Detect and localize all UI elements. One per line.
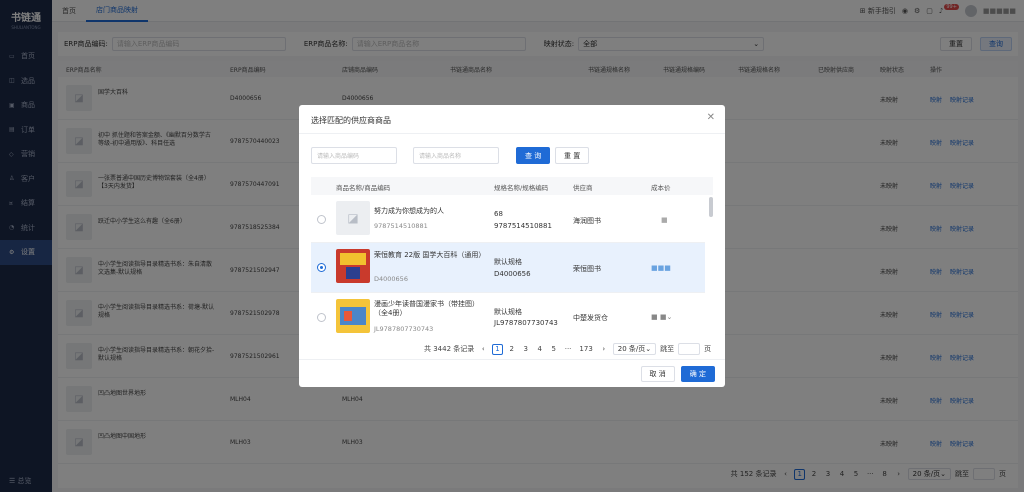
supplier-name: 荣恒图书 — [573, 265, 601, 273]
row-radio[interactable] — [317, 313, 326, 322]
cancel-button[interactable]: 取 消 — [640, 366, 675, 382]
dialog-title: 选择匹配的供应商商品 — [311, 116, 391, 125]
page-1[interactable]: 1 — [492, 343, 503, 355]
col-spec: 规格名称/规格编码 — [494, 184, 549, 192]
product-code: D4000656 — [374, 275, 408, 283]
product-name-input[interactable]: 请输入商品名称 — [413, 147, 499, 164]
page-3[interactable]: 3 — [521, 344, 531, 355]
spec-code: 9787514510881 — [494, 222, 552, 230]
spec-name: 默认规格 — [494, 308, 522, 316]
select-supplier-product-dialog: 选择匹配的供应商商品 ✕ 请输入商品编码 请输入商品名称 查 询 重 置 商品名… — [299, 105, 725, 387]
supplier-name: 海润图书 — [573, 217, 601, 225]
page-ellipsis[interactable]: ··· — [563, 344, 574, 355]
divider — [299, 359, 725, 360]
spec-code: D4000656 — [494, 270, 531, 278]
product-name: 漫画少年读普国漫家书（带挂图）（全4册） — [374, 300, 479, 317]
next-page-button[interactable]: › — [599, 344, 609, 355]
page-5[interactable]: 5 — [549, 344, 559, 355]
confirm-button[interactable]: 确 定 — [680, 366, 715, 382]
goto-input[interactable] — [678, 343, 701, 355]
row-radio[interactable] — [317, 215, 326, 224]
product-code: JL9787807730743 — [374, 325, 434, 333]
cost-price: ■■■ — [651, 264, 671, 272]
prev-page-button[interactable]: ‹ — [478, 344, 488, 355]
spec-name: 68 — [494, 210, 503, 218]
goto-label: 跳至 — [660, 345, 675, 353]
page-size-select[interactable]: 20 条/页⌄ — [612, 343, 657, 355]
product-placeholder-icon: ◪ — [336, 201, 370, 235]
list-item[interactable]: 荣恒教育 22版 国学大百科（通用） D4000656 默认规格 D400065… — [311, 243, 705, 293]
spec-code: JL9787807730743 — [494, 319, 558, 327]
book-cover-image — [336, 249, 370, 283]
spec-name: 默认规格 — [494, 258, 522, 266]
cost-price: ■ — [661, 216, 668, 224]
product-code: 9787514510881 — [374, 222, 428, 230]
product-code-input[interactable]: 请输入商品编码 — [311, 147, 397, 164]
list-item[interactable]: ◪ 努力成为你想成为的人 9787514510881 68 9787514510… — [311, 196, 705, 243]
cover-band — [340, 253, 366, 265]
row-radio[interactable] — [317, 263, 326, 272]
cover-figure — [344, 311, 352, 321]
product-name: 荣恒教育 22版 国学大百科（通用） — [374, 251, 486, 259]
page-4[interactable]: 4 — [535, 344, 545, 355]
book-cover-image — [336, 299, 370, 333]
dialog-pagination: 共 3442 条记录 ‹ 1 2 3 4 5 ··· 173 › 20 条/页 ⌄… — [424, 343, 711, 355]
page-2[interactable]: 2 — [507, 344, 517, 355]
supplier-name: 中楚发货仓 — [573, 314, 608, 322]
total-count: 共 3442 条记录 — [424, 345, 475, 353]
list-item[interactable]: 漫画少年读普国漫家书（带挂图）（全4册） JL9787807730743 默认规… — [311, 293, 705, 341]
col-supplier: 供应商 — [573, 184, 593, 192]
dialog-search-button[interactable]: 查 询 — [516, 147, 551, 164]
cover-figure — [346, 267, 360, 279]
dialog-table-header: 商品名称/商品编码 规格名称/规格编码 供应商 成本价 — [311, 177, 713, 195]
page-size-value: 20 条/页 — [617, 345, 646, 353]
scrollbar[interactable] — [709, 197, 713, 217]
product-name: 努力成为你想成为的人 — [374, 207, 444, 215]
page-unit: 页 — [704, 345, 712, 353]
supplier-product-table: 商品名称/商品编码 规格名称/规格编码 供应商 成本价 ◪ 努力成为你想成为的人… — [311, 177, 713, 341]
close-icon[interactable]: ✕ — [707, 112, 715, 123]
col-cost: 成本价 — [651, 184, 671, 192]
divider — [299, 133, 725, 134]
dialog-footer: 取 消 确 定 — [640, 366, 715, 382]
col-product: 商品名称/商品编码 — [336, 184, 391, 192]
cost-price: ■ ■⌄ — [651, 313, 673, 321]
dialog-reset-button[interactable]: 重 置 — [555, 147, 590, 164]
page-last[interactable]: 173 — [577, 344, 594, 355]
